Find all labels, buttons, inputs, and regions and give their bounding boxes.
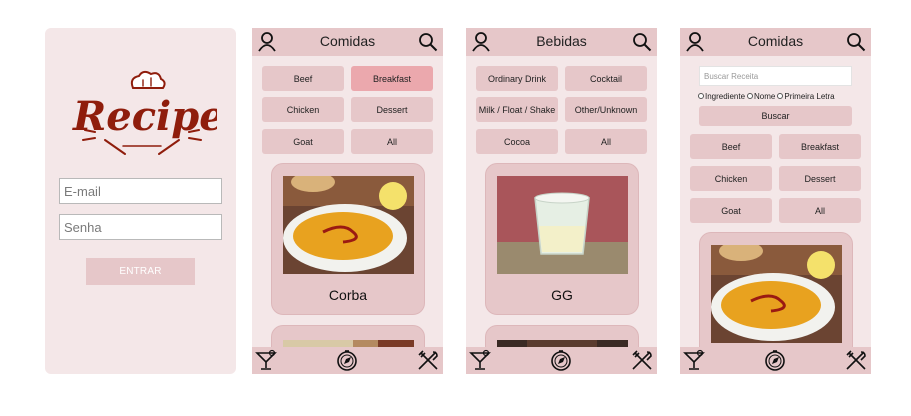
svg-text:Recipes: Recipes <box>72 93 217 140</box>
header: Bebidas <box>466 28 657 56</box>
radio-name[interactable]: Nome <box>747 92 775 101</box>
foods-screen: Comidas Beef Breakfast Chicken Dessert G… <box>252 28 443 374</box>
category-button-other-unknown[interactable]: Other/Unknown <box>565 97 647 122</box>
category-button-breakfast[interactable]: Breakfast <box>779 134 861 159</box>
category-button-breakfast[interactable]: Breakfast <box>351 66 433 91</box>
search-input[interactable] <box>699 66 852 86</box>
category-button-chicken[interactable]: Chicken <box>262 97 344 122</box>
footer <box>680 347 871 374</box>
category-button-all[interactable]: All <box>779 198 861 223</box>
page-title: Comidas <box>747 33 804 49</box>
recipe-photo <box>283 176 414 274</box>
radio-ingredient[interactable]: Ingrediente <box>698 92 745 101</box>
radio-label: Nome <box>754 91 776 101</box>
radio-dot[interactable] <box>747 93 754 99</box>
category-button-chicken[interactable]: Chicken <box>690 166 772 191</box>
email-field[interactable] <box>59 178 222 204</box>
category-button-all[interactable]: All <box>351 129 433 154</box>
password-field[interactable] <box>59 214 222 240</box>
radio-label: Ingrediente <box>705 91 746 101</box>
enter-button[interactable]: ENTRAR <box>86 258 195 285</box>
fork-knife-icon[interactable] <box>416 348 440 372</box>
header: Comidas <box>252 28 443 56</box>
cocktail-icon[interactable] <box>469 349 491 371</box>
search-icon[interactable] <box>632 32 652 52</box>
category-button-milk-float-shake[interactable]: Milk / Float / Shake <box>476 97 558 122</box>
search-type-radio-group: Ingrediente Nome Primeira Letra <box>698 90 868 102</box>
login-screen: Recipes ENTRAR <box>45 28 236 374</box>
search-icon[interactable] <box>846 32 866 52</box>
recipes-logo: Recipes <box>72 70 217 155</box>
category-button-ordinary-drink[interactable]: Ordinary Drink <box>476 66 558 91</box>
radio-dot[interactable] <box>698 93 704 99</box>
radio-label: Primeira Letra <box>784 91 835 101</box>
footer <box>252 347 443 374</box>
category-button-cocktail[interactable]: Cocktail <box>565 66 647 91</box>
compass-icon[interactable] <box>336 349 358 371</box>
search-screen: Comidas Ingrediente Nome Primeira Letra … <box>680 28 871 374</box>
category-button-cocoa[interactable]: Cocoa <box>476 129 558 154</box>
category-button-all[interactable]: All <box>565 129 647 154</box>
fork-knife-icon[interactable] <box>630 348 654 372</box>
radio-first-letter[interactable]: Primeira Letra <box>777 91 835 101</box>
recipe-name: GG <box>551 287 573 303</box>
cocktail-icon[interactable] <box>255 349 277 371</box>
recipe-card[interactable]: GG <box>485 163 639 315</box>
radio-dot[interactable] <box>777 93 784 99</box>
compass-icon[interactable] <box>550 349 572 371</box>
recipe-photo <box>711 245 842 343</box>
search-button[interactable]: Buscar <box>699 106 852 126</box>
category-button-dessert[interactable]: Dessert <box>351 97 433 122</box>
category-button-beef[interactable]: Beef <box>262 66 344 91</box>
category-button-beef[interactable]: Beef <box>690 134 772 159</box>
cocktail-icon[interactable] <box>683 349 705 371</box>
compass-icon[interactable] <box>764 349 786 371</box>
page-title: Comidas <box>319 33 376 49</box>
category-button-goat[interactable]: Goat <box>690 198 772 223</box>
recipe-name: Corba <box>328 287 368 303</box>
drinks-screen: Bebidas Ordinary Drink Cocktail Milk / F… <box>466 28 657 374</box>
header: Comidas <box>680 28 871 56</box>
page-title: Bebidas <box>536 33 587 49</box>
category-button-goat[interactable]: Goat <box>262 129 344 154</box>
search-icon[interactable] <box>418 32 438 52</box>
fork-knife-icon[interactable] <box>844 348 868 372</box>
recipe-photo <box>497 176 628 274</box>
category-button-dessert[interactable]: Dessert <box>779 166 861 191</box>
footer <box>466 347 657 374</box>
recipe-card[interactable]: Corba <box>271 163 425 315</box>
